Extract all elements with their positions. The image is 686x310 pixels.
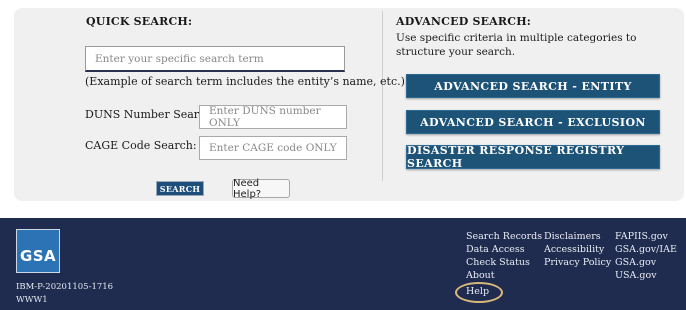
disaster-response-registry-button[interactable]: DISASTER RESPONSE REGISTRY SEARCH: [406, 144, 660, 170]
footer-link-fapiis[interactable]: FAPIIS.gov: [615, 230, 677, 243]
duns-label: DUNS Number Search:: [85, 108, 217, 121]
search-example-text: (Example of search term includes the ent…: [85, 75, 405, 88]
search-button[interactable]: SEARCH: [156, 181, 204, 196]
footer-link-accessibility[interactable]: Accessibility: [544, 243, 611, 256]
advanced-search-entity-button[interactable]: ADVANCED SEARCH - ENTITY: [406, 74, 660, 98]
footer-link-gsa-iae[interactable]: GSA.gov/IAE: [615, 243, 677, 256]
quick-search-placeholder: Enter your specific search term: [95, 52, 264, 65]
footer-link-disclaimers[interactable]: Disclaimers: [544, 230, 611, 243]
footer-link-usa[interactable]: USA.gov: [615, 269, 677, 282]
footer-link-gsa[interactable]: GSA.gov: [615, 256, 677, 269]
cage-placeholder: Enter CAGE code ONLY: [209, 142, 337, 154]
advanced-search-heading: ADVANCED SEARCH:: [396, 15, 532, 28]
advanced-search-exclusion-button[interactable]: ADVANCED SEARCH - EXCLUSION: [406, 110, 660, 134]
quick-search-heading: QUICK SEARCH:: [86, 15, 193, 28]
footer-link-check-status[interactable]: Check Status: [466, 256, 542, 269]
build-id: IBM-P-20201105-1716: [16, 282, 114, 292]
help-highlight-circle: [455, 282, 503, 303]
cage-input[interactable]: Enter CAGE code ONLY: [199, 136, 347, 160]
cage-label: CAGE Code Search:: [85, 139, 197, 152]
advanced-search-description: Use specific criteria in multiple catego…: [396, 32, 637, 58]
panel-divider: [382, 11, 383, 181]
gsa-logo[interactable]: GSA: [16, 229, 60, 273]
footer-links-col3: FAPIIS.gov GSA.gov/IAE GSA.gov USA.gov: [615, 230, 677, 282]
footer-link-search-records[interactable]: Search Records: [466, 230, 542, 243]
server-id: WWW1: [16, 295, 48, 305]
duns-input[interactable]: Enter DUNS number ONLY: [199, 105, 347, 129]
need-help-button[interactable]: Need Help?: [232, 178, 290, 200]
footer-link-data-access[interactable]: Data Access: [466, 243, 542, 256]
footer-link-about[interactable]: About: [466, 269, 542, 282]
footer-link-privacy-policy[interactable]: Privacy Policy: [544, 256, 611, 269]
footer-links-col2: Disclaimers Accessibility Privacy Policy: [544, 230, 611, 269]
quick-search-input[interactable]: Enter your specific search term: [85, 46, 345, 72]
duns-placeholder: Enter DUNS number ONLY: [209, 105, 321, 129]
